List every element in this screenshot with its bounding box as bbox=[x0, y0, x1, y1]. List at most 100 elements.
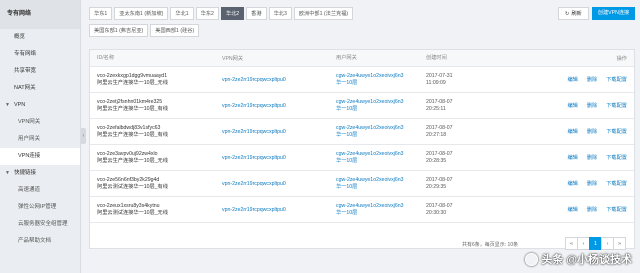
tab-region[interactable]: 美国西部1 (硅谷) bbox=[150, 24, 200, 37]
customer-gateway-cell[interactable]: cgw-2ze4uwye1o2xeoivxj6n3 华一10层 bbox=[336, 203, 426, 217]
customer-gateway-id[interactable]: cgw-2ze4uwye1o2xeoivxj6n3 bbox=[336, 177, 426, 184]
customer-gateway-name[interactable]: 华一10层 bbox=[336, 158, 426, 165]
vpn-connection-table: ID/名称 VPN网关 用户网关 创建时间 操作 vco-2zexkxgp1dg… bbox=[89, 49, 635, 249]
edit-link[interactable]: 编辑 bbox=[567, 102, 577, 109]
delete-link[interactable]: 删除 bbox=[587, 206, 597, 213]
customer-gateway-cell[interactable]: cgw-2ze4uwye1o2xeoivxj6n3 华一10层 bbox=[336, 99, 426, 113]
watermark-logo-icon bbox=[525, 252, 539, 266]
tab-region[interactable]: 美国东部1 (弗吉尼亚) bbox=[89, 24, 149, 37]
customer-gateway-name[interactable]: 华一10层 bbox=[336, 132, 426, 139]
chevron-left-icon: ‹ bbox=[82, 133, 85, 139]
download-config-link[interactable]: 下载配置 bbox=[606, 154, 627, 161]
customer-gateway-cell[interactable]: cgw-2ze4uwye1o2xeoivxj6n3 华一10层 bbox=[336, 125, 426, 139]
chevron-down-icon: ▼ bbox=[5, 102, 10, 108]
download-config-link[interactable]: 下载配置 bbox=[606, 206, 627, 213]
last-page-button[interactable]: » bbox=[613, 237, 626, 250]
delete-link[interactable]: 删除 bbox=[587, 154, 597, 161]
download-config-link[interactable]: 下载配置 bbox=[606, 102, 627, 109]
customer-gateway-name[interactable]: 华一10层 bbox=[336, 184, 426, 191]
connection-id-cell: vco-2ze56n6nf3by2k29g4d 阿里云测试连接华一10层_有线 bbox=[90, 177, 222, 191]
sidebar: 专有网络 概览 专有网络 共享带宽 NAT网关 ▼ VPN VPN网关 用户网关… bbox=[0, 0, 81, 273]
sidebar-group-label: VPN bbox=[13, 102, 26, 108]
created-date: 2017-08-07 bbox=[426, 150, 453, 157]
delete-link[interactable]: 删除 bbox=[587, 76, 597, 83]
vpn-gateway-link[interactable]: vpn-2ze2rr19rcpqwcxpltpu0 bbox=[222, 103, 336, 109]
connection-id: vco-2zetj2fsnhn01km4re325 bbox=[97, 98, 163, 105]
sidebar-group-label: 快捷链接 bbox=[13, 170, 36, 176]
customer-gateway-id[interactable]: cgw-2ze4uwye1o2xeoivxj6n3 bbox=[336, 99, 426, 106]
download-config-link[interactable]: 下载配置 bbox=[606, 128, 627, 135]
connection-id-cell: vco-2zefalbdwdj83v1sfyc63 阿里云生产连接华一10层_有线 bbox=[90, 125, 222, 139]
connection-id: vco-2ze3avpv0uj92zw4xlo bbox=[97, 150, 158, 157]
connection-id-cell: vco-2zexkxgp1dgg9vmuaayd1 阿里云生产连接华一10层_无线 bbox=[90, 73, 222, 87]
tab-region[interactable]: 华东1 bbox=[89, 7, 113, 20]
created-time: 20:25:11 bbox=[426, 105, 446, 112]
customer-gateway-id[interactable]: cgw-2ze4uwye1o2xeoivxj6n3 bbox=[336, 203, 426, 210]
download-config-link[interactable]: 下载配置 bbox=[606, 76, 627, 83]
connection-id: vco-2zeux1xsru8y3s4kytnu bbox=[97, 202, 160, 209]
created-time-cell: 2017-08-07 20:27:18 bbox=[426, 125, 521, 139]
edit-link[interactable]: 编辑 bbox=[567, 154, 577, 161]
vpn-gateway-link[interactable]: vpn-2ze2rr19rcpqwcxpltpu0 bbox=[222, 77, 336, 83]
customer-gateway-cell[interactable]: cgw-2ze4uwye1o2xeoivxj6n3 华一10层 bbox=[336, 73, 426, 87]
refresh-button[interactable]: ↻ 刷新 bbox=[558, 7, 589, 20]
download-config-link[interactable]: 下载配置 bbox=[606, 180, 627, 187]
table-row: vco-2zexkxgp1dgg9vmuaayd1 阿里云生产连接华一10层_无线… bbox=[90, 67, 634, 93]
connection-name: 阿里云测试连接华一10层_有线 bbox=[97, 183, 168, 190]
sidebar-item-nat-gateway[interactable]: NAT网关 bbox=[0, 80, 80, 97]
sidebar-item-customer-gateway[interactable]: 用户网关 bbox=[0, 131, 80, 148]
edit-link[interactable]: 编辑 bbox=[567, 206, 577, 213]
vpn-gateway-link[interactable]: vpn-2ze2rr19rcpqwcxpltpu0 bbox=[222, 129, 336, 135]
created-time: 20:27:18 bbox=[426, 131, 447, 138]
edit-link[interactable]: 编辑 bbox=[567, 76, 577, 83]
sidebar-item-shared-bandwidth[interactable]: 共享带宽 bbox=[0, 63, 80, 80]
sidebar-item-express-connect[interactable]: 高速通道 bbox=[0, 182, 80, 199]
customer-gateway-cell[interactable]: cgw-2ze4uwye1o2xeoivxj6n3 华一10层 bbox=[336, 177, 426, 191]
delete-link[interactable]: 删除 bbox=[587, 102, 597, 109]
sidebar-item-eip[interactable]: 弹性公网IP管理 bbox=[0, 199, 80, 216]
created-date: 2017-08-07 bbox=[426, 98, 453, 105]
refresh-label: 刷新 bbox=[571, 10, 582, 17]
sidebar-item-security-group[interactable]: 云服务器安全组管理 bbox=[0, 216, 80, 233]
connection-name: 阿里云生产连接华一10层_有线 bbox=[97, 105, 168, 112]
sidebar-item-help-docs[interactable]: 产品帮助文档 bbox=[0, 233, 80, 250]
tab-region[interactable]: 华东2 bbox=[195, 7, 219, 20]
delete-link[interactable]: 删除 bbox=[587, 180, 597, 187]
customer-gateway-cell[interactable]: cgw-2ze4uwye1o2xeoivxj6n3 华一10层 bbox=[336, 151, 426, 165]
sidebar-group-quick-links[interactable]: ▼ 快捷链接 bbox=[0, 165, 80, 182]
edit-link[interactable]: 编辑 bbox=[567, 180, 577, 187]
tab-region[interactable]: 亚太东南1 (新加坡) bbox=[114, 7, 169, 20]
sidebar-group-vpn[interactable]: ▼ VPN bbox=[0, 97, 80, 114]
connection-id: vco-2zefalbdwdj83v1sfyc63 bbox=[97, 124, 161, 131]
vpn-gateway-link[interactable]: vpn-2ze2rr19rcpqwcxpltpu0 bbox=[222, 181, 336, 187]
edit-link[interactable]: 编辑 bbox=[567, 128, 577, 135]
customer-gateway-name[interactable]: 华一10层 bbox=[336, 210, 426, 217]
col-header-customer-gateway: 用户网关 bbox=[336, 54, 357, 61]
sidebar-header: 专有网络 bbox=[0, 0, 80, 29]
tab-region[interactable]: 华北3 bbox=[268, 7, 292, 20]
connection-name: 阿里云生产连接华一10层_无线 bbox=[97, 79, 168, 86]
vpn-gateway-link[interactable]: vpn-2ze2rr19rcpqwcxpltpu0 bbox=[222, 207, 336, 213]
sidebar-item-vpn-connection[interactable]: VPN连接 bbox=[0, 148, 80, 165]
customer-gateway-id[interactable]: cgw-2ze4uwye1o2xeoivxj6n3 bbox=[336, 125, 426, 132]
tab-region[interactable]: 华北1 bbox=[170, 7, 194, 20]
tab-region[interactable]: 香港 bbox=[246, 7, 267, 20]
sidebar-item-vpc[interactable]: 专有网络 bbox=[0, 46, 80, 63]
tab-region-active[interactable]: 华北2 bbox=[220, 7, 245, 20]
customer-gateway-id[interactable]: cgw-2ze4uwye1o2xeoivxj6n3 bbox=[336, 73, 426, 80]
customer-gateway-id[interactable]: cgw-2ze4uwye1o2xeoivxj6n3 bbox=[336, 151, 426, 158]
customer-gateway-name[interactable]: 华一10层 bbox=[336, 106, 426, 113]
sidebar-item-vpn-gateway[interactable]: VPN网关 bbox=[0, 114, 80, 131]
created-date: 2017-07-31 bbox=[426, 72, 453, 79]
watermark-text: 头条 @小杨谈技术 bbox=[541, 254, 632, 266]
create-vpn-connection-button[interactable]: 创建VPN连接 bbox=[592, 7, 635, 20]
pagination-info: 共有6条，每页显示: 10条 bbox=[462, 242, 519, 248]
customer-gateway-name[interactable]: 华一10层 bbox=[336, 80, 426, 87]
vpn-gateway-link[interactable]: vpn-2ze2rr19rcpqwcxpltpu0 bbox=[222, 155, 336, 161]
delete-link[interactable]: 删除 bbox=[587, 128, 597, 135]
actions-cell: 编辑 删除 下载配置 bbox=[521, 76, 634, 83]
tab-region[interactable]: 欧洲中部1 (法兰克福) bbox=[293, 7, 354, 20]
main-content: 华东1 亚太东南1 (新加坡) 华北1 华东2 华北2 香港 华北3 欧洲中部1… bbox=[86, 0, 640, 273]
sidebar-item-overview[interactable]: 概览 bbox=[0, 29, 80, 46]
col-header-actions: 操作 bbox=[521, 55, 634, 62]
